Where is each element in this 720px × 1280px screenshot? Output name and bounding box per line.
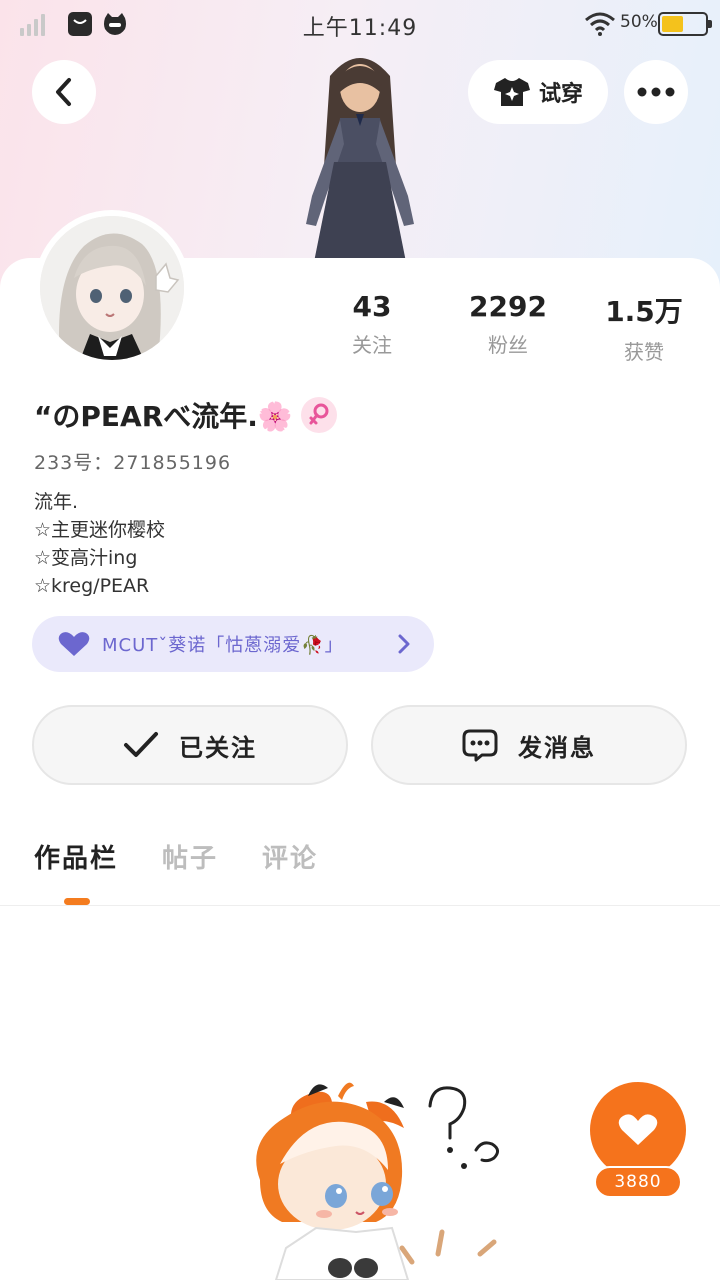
likes-received-count: 1.5万 (605, 295, 683, 328)
battery-percent: 50% (620, 12, 658, 32)
tab-comments[interactable]: 评论 (262, 838, 318, 875)
username-row: “のPEARべ流年.🌸 (34, 394, 337, 436)
status-bar: 上午11:49 50% (0, 0, 720, 48)
followers-stat[interactable]: 2292 粉丝 (448, 290, 568, 358)
wifi-icon (584, 12, 616, 36)
send-message-label: 发消息 (518, 733, 596, 762)
back-icon (56, 78, 71, 106)
followers-count: 2292 (469, 290, 547, 323)
chat-bubble-icon (462, 729, 498, 762)
tab-divider (0, 905, 720, 906)
battery-icon (658, 12, 712, 36)
back-button[interactable] (32, 60, 96, 124)
empty-state-illustration (236, 1072, 520, 1280)
check-icon (124, 732, 158, 757)
more-icon (637, 87, 675, 97)
user-id: 233号：271855196 (34, 452, 232, 474)
heart-icon (618, 1114, 658, 1145)
following-stat[interactable]: 43 关注 (312, 290, 432, 358)
bio-line: ☆主更迷你樱校 (34, 519, 166, 541)
bio-line: ☆kreg/PEAR (34, 575, 150, 597)
followed-label: 已关注 (179, 733, 257, 762)
username: “のPEARべ流年.🌸 (34, 400, 293, 433)
send-message-button[interactable]: 发消息 (371, 705, 687, 785)
tab-posts[interactable]: 帖子 (162, 838, 218, 875)
bio-line: ☆变高汁ing (34, 547, 138, 569)
chevron-right-icon (398, 634, 410, 654)
following-count: 43 (352, 290, 392, 323)
like-count-badge: 3880 (594, 1166, 682, 1198)
club-badge-button[interactable]: MCUTˇ葵诺「怙蒽溺爱🥀」 (32, 616, 434, 672)
like-button[interactable] (590, 1082, 686, 1178)
active-tab-indicator (64, 898, 90, 905)
female-gender-icon (300, 397, 337, 433)
try-on-label: 试穿 (538, 82, 583, 107)
club-label: MCUTˇ葵诺「怙蒽溺爱🥀」 (102, 635, 344, 656)
avatar[interactable] (34, 210, 190, 366)
more-button[interactable] (624, 60, 688, 124)
battery-level (662, 16, 683, 32)
tshirt-sparkle-icon (493, 78, 530, 106)
bio: 流年. ☆主更迷你樱校 ☆变高汁ing ☆kreg/PEAR (34, 488, 165, 600)
following-label: 关注 (352, 333, 392, 357)
avatar-character-figure (282, 46, 438, 262)
likes-received-label: 获赞 (624, 340, 664, 364)
try-on-button[interactable]: 试穿 (468, 60, 608, 124)
profile-tabs: 作品栏 帖子 评论 (34, 838, 318, 875)
followed-button[interactable]: 已关注 (32, 705, 348, 785)
heart-icon (58, 632, 90, 656)
followers-label: 粉丝 (488, 333, 528, 357)
bio-line: 流年. (34, 491, 79, 513)
tab-works[interactable]: 作品栏 (34, 838, 118, 875)
likes-stat[interactable]: 1.5万 获赞 (584, 290, 704, 365)
